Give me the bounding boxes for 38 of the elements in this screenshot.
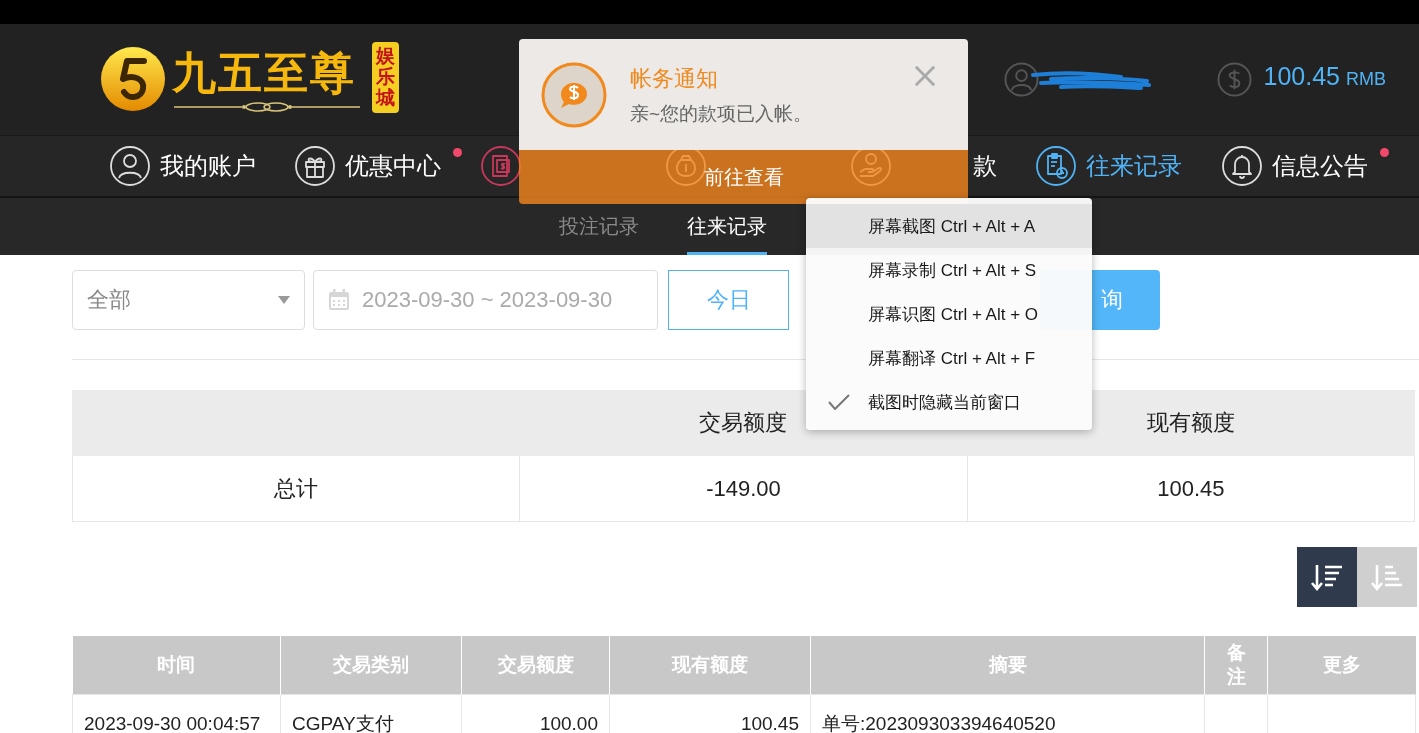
sort-button[interactable]	[1297, 547, 1357, 607]
table-cell: 单号:202309303394640520	[810, 694, 1205, 733]
calendar-icon	[328, 289, 350, 311]
menu-item[interactable]: 屏幕截图 Ctrl + Alt + A	[806, 204, 1092, 248]
logo-mark-icon	[100, 46, 166, 113]
table-cell: 100.45	[609, 694, 811, 733]
table-cell: 2023-09-30 00:04:57	[72, 694, 281, 733]
type-select[interactable]: 全部	[72, 270, 305, 330]
check-icon	[828, 394, 850, 410]
view-button[interactable]: 前往查看	[519, 150, 968, 204]
wallet-icon	[480, 146, 521, 186]
caret-icon	[278, 296, 290, 304]
nav-item[interactable]: 优惠中心	[295, 146, 442, 186]
notification-title: 帐务通知	[630, 65, 719, 93]
close-icon[interactable]	[914, 65, 936, 87]
gift-icon	[295, 146, 336, 186]
money-chat-icon	[541, 62, 607, 128]
clipboard-clock-icon	[1036, 146, 1077, 186]
scribble-icon	[1030, 68, 1151, 91]
balance-amount: 100.45	[1263, 62, 1340, 91]
menu-item[interactable]: 屏幕翻译 Ctrl + Alt + F	[806, 336, 1092, 380]
notification-message: 亲~您的款项已入帐。	[630, 102, 813, 126]
nav-item[interactable]: 往来记录	[1036, 146, 1183, 186]
table-cell: 总计	[72, 455, 520, 522]
person-icon	[110, 146, 150, 186]
table-cell: CGPAY支付	[280, 694, 462, 733]
table-cell: 100.45	[967, 455, 1415, 522]
table-cell: 100.00	[461, 694, 610, 733]
nav-item[interactable]: 信息公告	[1221, 146, 1368, 186]
balance-currency: RMB	[1346, 69, 1386, 90]
dollar-icon	[1216, 62, 1252, 97]
logo-tag: 娱乐城	[372, 42, 399, 113]
logo-name: 九五至尊	[172, 47, 357, 100]
user-icon[interactable]	[1003, 62, 1039, 97]
bell-icon	[1221, 146, 1262, 186]
nav-item[interactable]: 我的账户	[110, 146, 256, 186]
nav-item[interactable]	[480, 146, 521, 186]
table-cell: -149.00	[519, 455, 968, 522]
